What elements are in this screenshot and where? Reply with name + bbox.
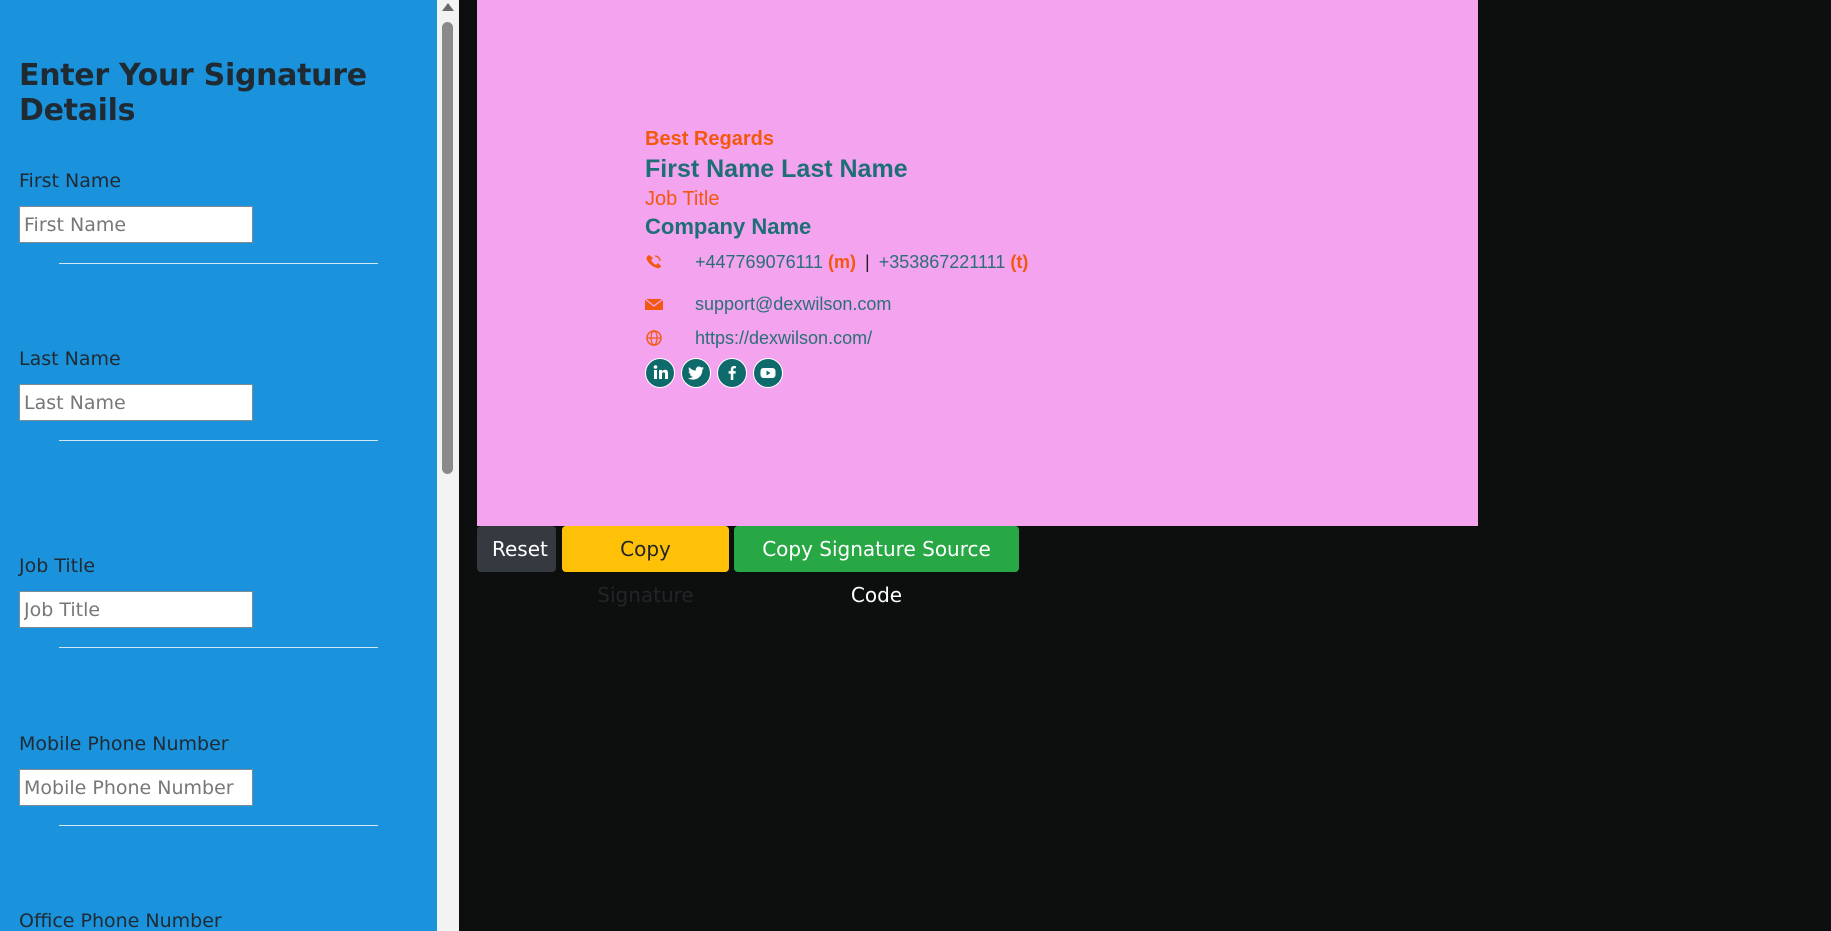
reset-button[interactable]: Reset [477, 526, 556, 572]
copy-signature-button[interactable]: Copy Signature [562, 526, 729, 607]
signature-company: Company Name [645, 214, 812, 239]
office-number: +353867221111 [878, 252, 1006, 272]
last-name-label: Last Name [19, 348, 121, 370]
signature-name: First Name Last Name [645, 155, 908, 183]
job-title-input[interactable] [19, 591, 253, 628]
last-name-input[interactable] [19, 384, 253, 421]
job-title-label: Job Title [19, 555, 96, 577]
form-title: Enter Your Signature Details [19, 58, 367, 128]
office-tag: (t) [1010, 252, 1029, 272]
first-name-label: First Name [19, 170, 122, 192]
mail-icon [644, 296, 664, 312]
phone-separator: | [865, 252, 870, 272]
youtube-icon[interactable] [753, 358, 783, 388]
divider [59, 647, 378, 648]
mobile-phone-input[interactable] [19, 769, 253, 806]
scroll-thumb[interactable] [442, 22, 453, 474]
mobile-tag: (m) [827, 252, 856, 272]
scroll-up-arrow-icon[interactable] [442, 3, 454, 11]
phone-icon [645, 254, 663, 270]
divider [59, 263, 378, 264]
signature-form-panel: Enter Your Signature Details First Name … [0, 0, 437, 931]
mobile-phone-label: Mobile Phone Number [19, 733, 229, 755]
signature-greeting: Best Regards [645, 128, 774, 150]
facebook-icon[interactable] [717, 358, 747, 388]
signature-preview: Best Regards First Name Last Name Job Ti… [477, 0, 1478, 526]
globe-icon [645, 330, 663, 346]
divider [59, 440, 378, 441]
signature-email[interactable]: support@dexwilson.com [695, 294, 891, 315]
twitter-icon[interactable] [681, 358, 711, 388]
signature-job-title: Job Title [645, 188, 720, 210]
signature-website[interactable]: https://dexwilson.com/ [695, 328, 872, 349]
form-scrollbar[interactable] [437, 0, 459, 931]
divider [59, 825, 378, 826]
copy-source-code-button[interactable]: Copy Signature Source Code [734, 526, 1019, 607]
linkedin-icon[interactable] [645, 358, 675, 388]
mobile-number: +447769076111 [695, 252, 823, 272]
office-phone-label: Office Phone Number [19, 910, 222, 931]
first-name-input[interactable] [19, 206, 253, 243]
